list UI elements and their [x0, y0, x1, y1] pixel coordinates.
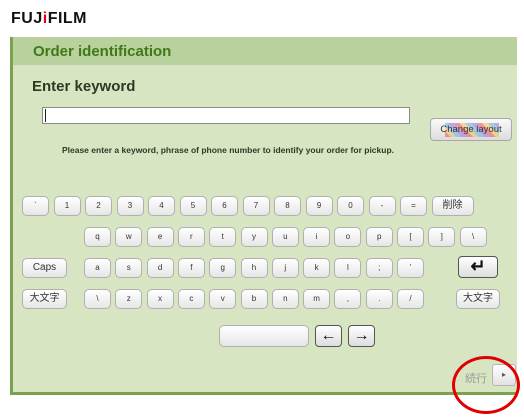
key-0[interactable]: `: [22, 196, 49, 216]
key-space[interactable]: [219, 325, 309, 347]
logo-text-left: FUJ: [11, 10, 43, 27]
key-r3-1[interactable]: a: [84, 258, 111, 278]
next-label[interactable]: 続行: [465, 370, 487, 386]
key--r2-11[interactable]: ]: [428, 227, 456, 247]
key-caps[interactable]: Caps: [22, 258, 67, 278]
key-9[interactable]: 9: [305, 196, 333, 216]
key-1[interactable]: 1: [53, 196, 81, 216]
logo-text-right: FILM: [47, 10, 88, 27]
fujifilm-logo: FUJiFILM: [11, 10, 87, 28]
key-12[interactable]: =: [400, 196, 427, 216]
key-r3-11[interactable]: ': [397, 258, 424, 278]
key-r3-7[interactable]: j: [271, 258, 299, 278]
key-q-r2-0[interactable]: q: [84, 227, 111, 247]
key-r4-9[interactable]: ,: [334, 289, 362, 309]
page-title: Order identification: [33, 43, 172, 60]
key-r3-9[interactable]: l: [334, 258, 362, 278]
key-r3-3[interactable]: d: [146, 258, 174, 278]
key-r4-1[interactable]: \: [84, 289, 111, 309]
key--r2-10[interactable]: [: [397, 227, 424, 247]
key-r4-5[interactable]: v: [209, 289, 237, 309]
key-r4-3[interactable]: x: [146, 289, 174, 309]
change-layout-label: Change layout: [440, 124, 502, 135]
key-u-r2-6[interactable]: u: [271, 227, 299, 247]
key-r3-10[interactable]: ;: [365, 258, 393, 278]
key-3[interactable]: 3: [116, 196, 144, 216]
key-enter[interactable]: ↵: [458, 256, 498, 278]
key-r4-7[interactable]: n: [271, 289, 299, 309]
key-8[interactable]: 8: [274, 196, 301, 216]
key-r3-6[interactable]: h: [240, 258, 268, 278]
key-y-r2-5[interactable]: y: [240, 227, 268, 247]
key--r2-12[interactable]: \: [459, 227, 487, 247]
enter-keyword-label: Enter keyword: [32, 78, 136, 95]
key-e-r2-2[interactable]: e: [146, 227, 174, 247]
key-i-r2-7[interactable]: i: [303, 227, 331, 247]
key-5[interactable]: 5: [179, 196, 207, 216]
key-shift-right[interactable]: 大文字: [456, 289, 500, 309]
key-11[interactable]: -: [368, 196, 396, 216]
key-2[interactable]: 2: [85, 196, 112, 216]
key-t-r2-4[interactable]: t: [209, 227, 237, 247]
next-button[interactable]: ▸: [492, 364, 516, 386]
key-w-r2-1[interactable]: w: [115, 227, 143, 247]
text-caret: [45, 109, 46, 122]
key-r4-11[interactable]: /: [397, 289, 424, 309]
key-shift-left[interactable]: 大文字: [22, 289, 67, 309]
key-arrow-left[interactable]: ←: [315, 325, 342, 347]
key-6[interactable]: 6: [211, 196, 238, 216]
header-bar: Order identification: [13, 37, 517, 65]
key-delete[interactable]: 削除: [431, 196, 474, 216]
key-r3-4[interactable]: f: [177, 258, 205, 278]
keyword-input[interactable]: [42, 107, 410, 124]
key-r-r2-3[interactable]: r: [177, 227, 205, 247]
key-r3-2[interactable]: s: [115, 258, 143, 278]
key-r4-4[interactable]: c: [177, 289, 205, 309]
key-r4-10[interactable]: .: [365, 289, 393, 309]
key-p-r2-9[interactable]: p: [365, 227, 393, 247]
key-7[interactable]: 7: [242, 196, 270, 216]
instruction-text: Please enter a keyword, phrase of phone …: [61, 145, 395, 155]
key-r3-5[interactable]: g: [209, 258, 237, 278]
key-r3-8[interactable]: k: [303, 258, 331, 278]
key-r4-6[interactable]: b: [240, 289, 268, 309]
key-4[interactable]: 4: [148, 196, 175, 216]
key-r4-2[interactable]: z: [115, 289, 143, 309]
change-layout-button[interactable]: Change layout: [430, 118, 512, 141]
key-10[interactable]: 0: [337, 196, 364, 216]
key-r4-8[interactable]: m: [303, 289, 331, 309]
key-o-r2-8[interactable]: o: [334, 227, 362, 247]
key-arrow-right[interactable]: →: [348, 325, 375, 347]
